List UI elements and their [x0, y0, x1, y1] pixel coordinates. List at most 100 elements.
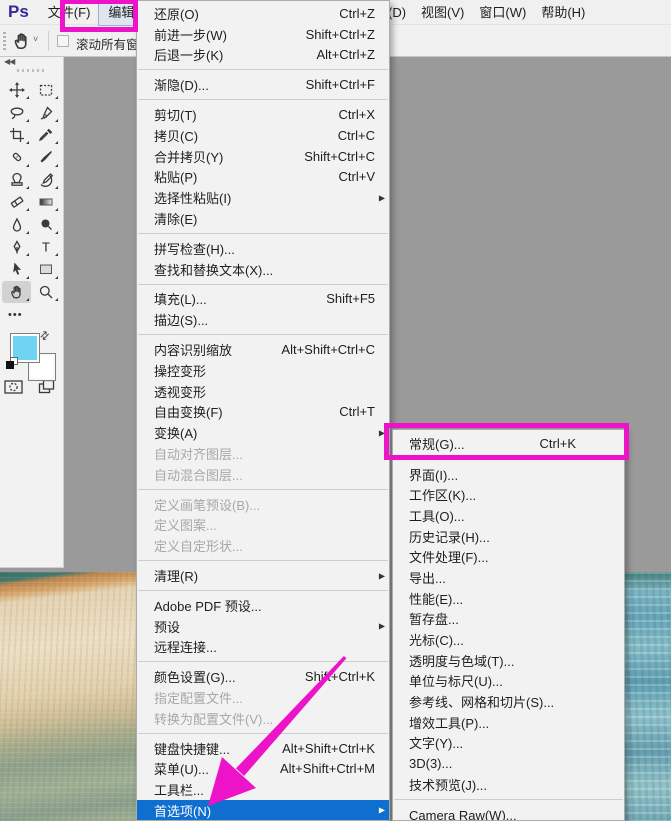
menu-item[interactable]: 还原(O) Ctrl+Z ▶	[137, 3, 389, 24]
more-tools[interactable]: •••	[8, 309, 23, 321]
options-bar-grip[interactable]	[3, 32, 6, 50]
menu-item[interactable]: 透视变形 ▶	[137, 381, 389, 402]
hand-tool[interactable]	[2, 281, 31, 303]
pen-tool[interactable]	[2, 236, 31, 258]
stamp-tool[interactable]	[2, 169, 31, 191]
marquee-tool[interactable]	[31, 79, 60, 101]
submenu-item[interactable]: 透明度与色域(T)... ▶	[393, 650, 624, 671]
shape-tool[interactable]	[31, 258, 60, 280]
menu-item[interactable]: 查找和替换文本(X)... ▶	[137, 259, 389, 280]
menu-separator	[394, 458, 623, 459]
menu-item-label: 还原(O)	[154, 4, 199, 23]
brush-tool[interactable]	[31, 146, 60, 168]
menubar-item[interactable]: 帮助(H)	[541, 0, 585, 25]
scroll-all-windows-checkbox[interactable]	[57, 35, 69, 47]
menu-item[interactable]: 清理(R) ▶	[137, 565, 389, 586]
submenu-item[interactable]: 单位与标尺(U)... ▶	[393, 671, 624, 692]
submenu-item[interactable]: 技术预览(J)... ▶	[393, 774, 624, 795]
menubar-item[interactable]: 视图(V)	[421, 0, 464, 25]
history-brush-tool[interactable]	[31, 169, 60, 191]
menu-item[interactable]: 远程连接... ▶	[137, 637, 389, 658]
zoom-tool[interactable]	[31, 281, 60, 303]
submenu-item[interactable]: 增效工具(P)... ▶	[393, 712, 624, 733]
menu-item[interactable]: 选择性粘贴(I) ▶	[137, 187, 389, 208]
menu-item[interactable]: 后退一步(K) Alt+Ctrl+Z ▶	[137, 45, 389, 66]
quick-select-tool[interactable]	[31, 101, 60, 123]
submenu-item[interactable]: 导出... ▶	[393, 567, 624, 588]
submenu-item-label: 常规(G)...	[409, 434, 465, 453]
menu-item-label: 清理(R)	[154, 566, 198, 585]
submenu-item[interactable]: 工具(O)... ▶	[393, 505, 624, 526]
submenu-item[interactable]: 界面(I)... ▶	[393, 464, 624, 485]
menubar-item[interactable]: 窗口(W)	[479, 0, 526, 25]
menu-item[interactable]: 变换(A) ▶	[137, 422, 389, 443]
submenu-item[interactable]: 性能(E)... ▶	[393, 588, 624, 609]
menu-item[interactable]: 颜色设置(G)... Shift+Ctrl+K ▶	[137, 666, 389, 687]
menu-item[interactable]: 工具栏... ▶	[137, 779, 389, 800]
submenu-item-label: 工具(O)...	[409, 506, 465, 525]
menu-item[interactable]: 前进一步(W) Shift+Ctrl+Z ▶	[137, 24, 389, 45]
move-tool[interactable]	[2, 79, 31, 101]
submenu-item[interactable]: Camera Raw(W)... ▶	[393, 805, 624, 821]
menu-item[interactable]: 描边(S)... ▶	[137, 309, 389, 330]
eraser-tool[interactable]	[2, 191, 31, 213]
menu-item[interactable]: 剪切(T) Ctrl+X ▶	[137, 104, 389, 125]
lasso-tool[interactable]	[2, 101, 31, 123]
dodge-tool[interactable]	[31, 213, 60, 235]
submenu-item[interactable]: 工作区(K)... ▶	[393, 484, 624, 505]
menubar-item-file[interactable]: 文件(F)	[39, 0, 100, 25]
menu-item[interactable]: 渐隐(D)... Shift+Ctrl+F ▶	[137, 74, 389, 95]
menu-item[interactable]: 定义自定形状... ▶	[137, 535, 389, 556]
submenu-item-label: 单位与标尺(U)...	[409, 671, 503, 690]
blur-tool[interactable]	[2, 213, 31, 235]
menu-item[interactable]: 粘贴(P) Ctrl+V ▶	[137, 167, 389, 188]
menu-item[interactable]: 预设 ▶	[137, 616, 389, 637]
menu-item-label: 查找和替换文本(X)...	[154, 260, 273, 279]
menubar-item[interactable]: (D)	[388, 0, 406, 25]
menu-item[interactable]: 填充(L)... Shift+F5 ▶	[137, 289, 389, 310]
menu-item[interactable]: Adobe PDF 预设... ▶	[137, 595, 389, 616]
menu-item[interactable]: 键盘快捷键... Alt+Shift+Ctrl+K ▶	[137, 738, 389, 759]
submenu-item[interactable]: 光标(C)... ▶	[393, 629, 624, 650]
healing-tool[interactable]	[2, 146, 31, 168]
canvas-image-left	[0, 572, 136, 821]
menu-item[interactable]: 转换为配置文件(V)... ▶	[137, 708, 389, 729]
submenu-item[interactable]: 3D(3)... ▶	[393, 753, 624, 774]
eyedropper-tool[interactable]	[31, 124, 60, 146]
menu-item[interactable]: 拼写检查(H)... ▶	[137, 238, 389, 259]
menu-item-shortcut: Ctrl+X	[339, 107, 375, 122]
submenu-item[interactable]: 文字(Y)... ▶	[393, 733, 624, 754]
menu-item[interactable]: 合并拷贝(Y) Shift+Ctrl+C ▶	[137, 146, 389, 167]
submenu-item[interactable]: 常规(G)... Ctrl+K ▶	[393, 433, 624, 454]
menu-item[interactable]: 清除(E) ▶	[137, 208, 389, 229]
type-tool[interactable]: T	[31, 236, 60, 258]
menu-item[interactable]: 自由变换(F) Ctrl+T ▶	[137, 402, 389, 423]
menu-item[interactable]: 操控变形 ▶	[137, 360, 389, 381]
menu-item[interactable]: 定义画笔预设(B)... ▶	[137, 494, 389, 515]
menu-item-shortcut: Alt+Ctrl+Z	[316, 47, 375, 62]
panel-gripper[interactable]	[17, 69, 47, 72]
crop-tool[interactable]	[2, 124, 31, 146]
submenu-item[interactable]: 参考线、网格和切片(S)... ▶	[393, 691, 624, 712]
menu-item[interactable]: 指定配置文件... ▶	[137, 687, 389, 708]
menu-separator	[394, 799, 623, 800]
path-select-tool[interactable]	[2, 258, 31, 280]
menu-item[interactable]: 拷贝(C) Ctrl+C ▶	[137, 125, 389, 146]
menu-item[interactable]: 内容识别缩放 Alt+Shift+Ctrl+C ▶	[137, 339, 389, 360]
gradient-tool[interactable]	[31, 191, 60, 213]
menu-item[interactable]: 自动对齐图层... ▶	[137, 443, 389, 464]
menu-separator	[138, 233, 388, 234]
collapse-panel-icon[interactable]: ◀◀	[4, 57, 14, 66]
chevron-down-icon[interactable]: ˅	[33, 34, 38, 44]
quick-mask-button[interactable]	[4, 379, 24, 400]
submenu-item[interactable]: 文件处理(F)... ▶	[393, 546, 624, 567]
submenu-item[interactable]: 历史记录(H)... ▶	[393, 526, 624, 547]
menu-item[interactable]: 首选项(N) ▶	[137, 800, 389, 821]
submenu-item[interactable]: 暂存盘... ▶	[393, 609, 624, 630]
menu-item[interactable]: 自动混合图层... ▶	[137, 464, 389, 485]
menu-item[interactable]: 菜单(U)... Alt+Shift+Ctrl+M ▶	[137, 759, 389, 780]
menu-item[interactable]: 定义图案... ▶	[137, 515, 389, 536]
ps-logo: Ps	[8, 2, 29, 22]
screen-mode-button[interactable]	[38, 379, 56, 400]
submenu-arrow-icon: ▶	[379, 428, 385, 437]
